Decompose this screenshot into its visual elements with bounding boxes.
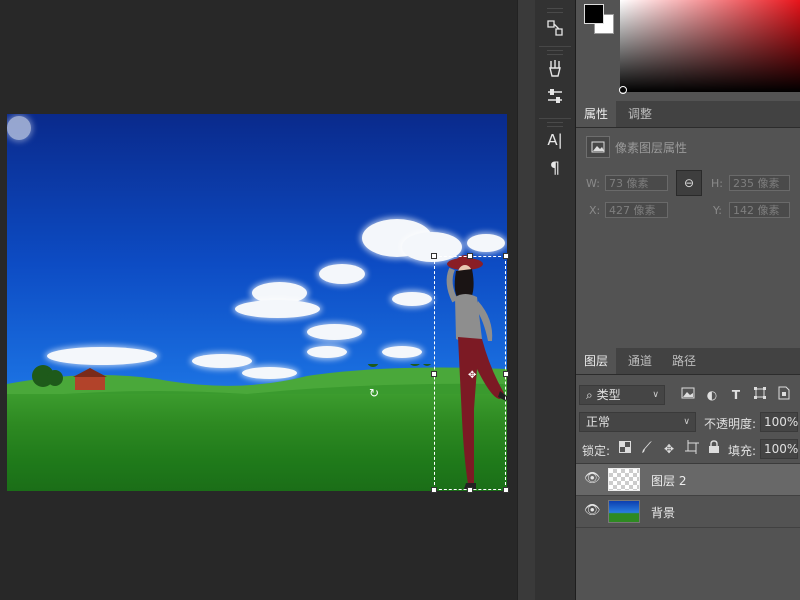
height-field[interactable]: 235 像素 <box>729 175 790 191</box>
pixel-layer-icon <box>586 136 610 158</box>
transform-center-icon[interactable]: ✥ <box>468 371 476 381</box>
filter-pixel-icon[interactable] <box>679 386 697 404</box>
adjust-sliders-icon[interactable] <box>541 86 569 110</box>
cloud <box>307 324 362 340</box>
tool-column: A| ¶ <box>535 0 576 600</box>
width-label: W: <box>586 177 600 190</box>
blend-mode-value: 正常 <box>586 415 611 429</box>
tab-paths[interactable]: 路径 <box>664 348 704 374</box>
color-picker-cursor[interactable] <box>619 86 627 94</box>
search-icon: ⌕ <box>586 388 593 402</box>
filter-type-icon[interactable]: T <box>727 386 745 404</box>
opacity-field[interactable]: 100% <box>760 412 798 432</box>
tab-adjustments[interactable]: 调整 <box>620 101 660 127</box>
tab-layers[interactable]: 图层 <box>576 348 617 374</box>
cloud <box>307 346 347 358</box>
panel-divider[interactable] <box>517 0 537 600</box>
path-select-icon[interactable] <box>541 18 569 42</box>
panel-grip[interactable] <box>547 50 563 55</box>
filter-smart-object-icon[interactable] <box>775 386 793 404</box>
layers-tabbar: 图层 通道 路径 <box>576 348 800 375</box>
transform-handle[interactable] <box>503 253 509 259</box>
lock-transparency-icon[interactable] <box>616 440 634 458</box>
layer-row[interactable]: 👁 图层 2 <box>576 464 800 496</box>
filter-shape-icon[interactable] <box>751 386 769 404</box>
filter-adjustment-icon[interactable]: ◐ <box>703 386 721 404</box>
transform-handle[interactable] <box>431 487 437 493</box>
tab-properties[interactable]: 属性 <box>576 101 617 127</box>
width-field[interactable]: 73 像素 <box>605 175 668 191</box>
transform-bounding-box[interactable]: ✥ <box>431 253 509 493</box>
fill-label: 填充: <box>728 444 757 458</box>
fill-field[interactable]: 100% <box>760 439 798 459</box>
rotate-cursor-icon: ↻ <box>369 386 380 400</box>
layer-row[interactable]: 👁 背景 <box>576 496 800 528</box>
cloud <box>319 264 365 284</box>
transform-handle[interactable] <box>467 487 473 493</box>
transform-handle[interactable] <box>503 371 509 377</box>
layer-filter-value: 类型 <box>596 388 621 402</box>
transform-handle[interactable] <box>467 253 473 259</box>
layer-thumbnail <box>608 468 640 491</box>
cloud <box>235 300 320 318</box>
divider <box>539 118 571 119</box>
link-dimensions-icon[interactable]: ⊖ <box>676 170 702 196</box>
opacity-label: 不透明度: <box>704 417 757 431</box>
properties-title: 像素图层属性 <box>615 141 688 155</box>
chevron-down-icon: ∨ <box>652 390 659 400</box>
properties-tabbar: 属性 调整 <box>576 101 800 128</box>
y-field[interactable]: 142 像素 <box>729 202 790 218</box>
lock-position-move-icon[interactable]: ✥ <box>660 440 678 458</box>
transform-handle[interactable] <box>431 371 437 377</box>
paragraph-icon[interactable]: ¶ <box>541 156 569 180</box>
layer-filter-dropdown[interactable]: ⌕ 类型 ∨ <box>579 385 665 405</box>
panel-grip[interactable] <box>547 8 563 13</box>
x-label: X: <box>589 204 601 217</box>
foreground-color-swatch[interactable] <box>584 4 604 24</box>
transform-handle[interactable] <box>503 487 509 493</box>
blend-mode-dropdown[interactable]: 正常 ∨ <box>579 412 696 432</box>
lock-artboard-icon[interactable] <box>683 440 701 458</box>
cloud <box>7 116 31 140</box>
divider <box>539 46 571 47</box>
visibility-eye-icon[interactable]: 👁 <box>584 504 601 518</box>
x-field[interactable]: 427 像素 <box>605 202 668 218</box>
transform-handle[interactable] <box>431 253 437 259</box>
tab-channels[interactable]: 通道 <box>620 348 660 374</box>
visibility-eye-icon[interactable]: 👁 <box>584 472 601 486</box>
character-icon[interactable]: A| <box>541 128 569 152</box>
y-label: Y: <box>713 204 722 217</box>
panel-grip[interactable] <box>547 122 563 127</box>
layer-thumbnail <box>608 500 640 523</box>
height-label: H: <box>711 177 723 190</box>
color-picker-field[interactable] <box>620 0 800 92</box>
brush-preset-icon[interactable] <box>541 58 569 82</box>
layer-name[interactable]: 图层 2 <box>651 472 686 489</box>
lock-pixels-brush-icon[interactable] <box>638 440 656 458</box>
lock-label: 锁定: <box>582 444 611 458</box>
document-canvas[interactable] <box>7 114 507 491</box>
layer-name[interactable]: 背景 <box>651 504 675 521</box>
cloud <box>382 346 422 358</box>
cloud <box>47 347 157 365</box>
chevron-down-icon: ∨ <box>683 417 690 427</box>
lock-all-icon[interactable] <box>705 440 723 458</box>
